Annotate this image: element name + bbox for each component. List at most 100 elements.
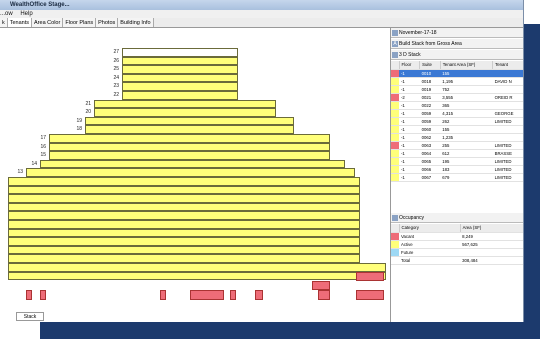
floor-row[interactable] [49, 142, 330, 152]
vacant-suite[interactable] [26, 290, 32, 300]
table-cell [492, 85, 523, 94]
table-row[interactable]: -1 0018 1,195 DAVID N [391, 77, 523, 86]
col-swatch [391, 224, 400, 233]
col-floor[interactable]: Floor [399, 61, 421, 70]
menu-help[interactable]: Help [20, 11, 32, 17]
floor-row[interactable] [49, 151, 330, 160]
table-cell: -1 [399, 125, 420, 134]
table-cell: Future [399, 248, 461, 257]
table-cell [492, 69, 523, 78]
floor-row[interactable] [8, 211, 360, 220]
floor-row[interactable] [85, 125, 294, 134]
tab-building-info[interactable]: Building Info [118, 18, 154, 27]
table-row[interactable]: -1 0059 4,315 GEORGE [391, 109, 523, 118]
vacant-suite[interactable] [318, 290, 330, 300]
table-cell: OREID R [492, 93, 523, 102]
floor-row[interactable] [8, 245, 360, 255]
floor-row[interactable] [94, 108, 276, 117]
table-cell: -1 [399, 173, 420, 182]
table-cell: -1 [399, 157, 420, 166]
floor-row[interactable] [8, 194, 360, 203]
floor-number: 15 [40, 152, 46, 159]
table-row[interactable]: -1 0010 155 [391, 69, 523, 78]
table-cell: -1 [399, 101, 420, 110]
floor-row[interactable] [122, 48, 238, 57]
floor-row[interactable] [122, 82, 238, 91]
floor-row[interactable] [8, 202, 360, 212]
floor-row[interactable] [8, 220, 360, 229]
3d-stack-option[interactable]: 3 D Stack [391, 50, 523, 60]
vacant-suite[interactable] [356, 290, 384, 300]
col-suite[interactable]: Suite [419, 61, 441, 70]
tab-tenants[interactable]: Tenants [7, 18, 33, 27]
stack-view[interactable]: 27 26 25 24 23 22 21 20 19 18 17 16 15 14 13 [0, 28, 388, 310]
table-row[interactable]: -1 0067 679 LIMITED [391, 173, 523, 182]
table-row[interactable]: -1 0022 365 [391, 101, 523, 110]
floor-row[interactable] [122, 56, 238, 66]
table-row[interactable]: -1 0060 155 [391, 125, 523, 134]
table-row[interactable]: -1 0065 195 LIMITED [391, 157, 523, 166]
menu-bar: ...ow Help [0, 10, 523, 18]
floor-row[interactable] [40, 159, 345, 169]
category-swatch [391, 248, 399, 257]
vacant-suite[interactable] [255, 290, 263, 300]
table-cell: DAVID N [492, 77, 523, 86]
table-cell: 0060 [419, 125, 441, 134]
table-row[interactable]: -1 0062 1,235 [391, 133, 523, 142]
occupancy-header[interactable]: Occupancy [391, 213, 523, 223]
area-color-swatch [391, 109, 399, 118]
vacant-suite[interactable] [40, 290, 46, 300]
table-row[interactable]: -1 0059 262 LIMITED [391, 117, 523, 126]
tab-floor-plans[interactable]: Floor Plans [63, 18, 97, 27]
floor-row[interactable] [8, 185, 360, 195]
floor-row[interactable] [8, 228, 360, 238]
table-cell: -1 [399, 165, 420, 174]
occupancy-row: Active 567,625 [391, 240, 523, 249]
table-cell: 0064 [419, 149, 441, 158]
floor-row[interactable] [122, 91, 238, 100]
menu-window[interactable]: ...ow [0, 11, 13, 17]
tab-photos[interactable]: Photos [96, 18, 119, 27]
tab-k[interactable]: k [0, 18, 8, 27]
table-cell: Vacant [399, 232, 461, 241]
floor-number: 17 [40, 135, 46, 141]
floor-row[interactable] [8, 263, 386, 272]
vacant-suite[interactable] [190, 290, 224, 300]
floor-row[interactable] [122, 65, 238, 74]
table-row[interactable]: -1 0066 183 LIMITED [391, 165, 523, 174]
vacant-suite[interactable] [160, 290, 166, 300]
table-cell: LIMITED [492, 165, 523, 174]
floor-row[interactable] [94, 99, 276, 109]
floor-row[interactable] [122, 73, 238, 83]
floor-row[interactable] [49, 134, 330, 143]
floor-row[interactable] [8, 254, 360, 263]
occupancy-row: Total 308,484 [391, 256, 523, 265]
table-cell: 262 [440, 117, 493, 126]
floor-row[interactable] [26, 168, 355, 177]
3d-stack-label: 3 D Stack [399, 52, 421, 58]
table-row[interactable]: -1 0019 752 [391, 85, 523, 94]
table-row[interactable]: -2 0021 3,555 OREID R [391, 93, 523, 102]
area-color-swatch [391, 157, 399, 166]
col-area[interactable]: Tenant Area (SF) [440, 61, 494, 70]
date-selector[interactable]: November-17-18 [391, 28, 523, 38]
floor-number: 22 [113, 92, 119, 98]
build-stack-option[interactable]: A Build Stack from Gross Area [391, 39, 523, 49]
table-cell: 0065 [419, 157, 441, 166]
category-swatch [391, 256, 399, 265]
stack-icon [392, 52, 398, 58]
table-cell: -1 [399, 109, 420, 118]
tab-area-color[interactable]: Area Color [32, 18, 64, 27]
floor-row[interactable] [8, 271, 386, 281]
floor-row[interactable] [8, 177, 360, 186]
table-row[interactable]: -1 0063 255 LIMITED [391, 141, 523, 150]
vacant-suite[interactable] [356, 272, 384, 281]
col-tenant[interactable]: Tenant [492, 61, 523, 70]
floor-row[interactable] [85, 116, 294, 126]
floor-number: 21 [85, 100, 91, 107]
vacant-suite[interactable] [230, 290, 236, 300]
table-row[interactable]: -1 0064 612 BRASSE [391, 149, 523, 158]
vacant-suite[interactable] [312, 281, 330, 290]
floor-row[interactable] [8, 237, 360, 246]
tab-stack[interactable]: Stack [16, 312, 44, 321]
